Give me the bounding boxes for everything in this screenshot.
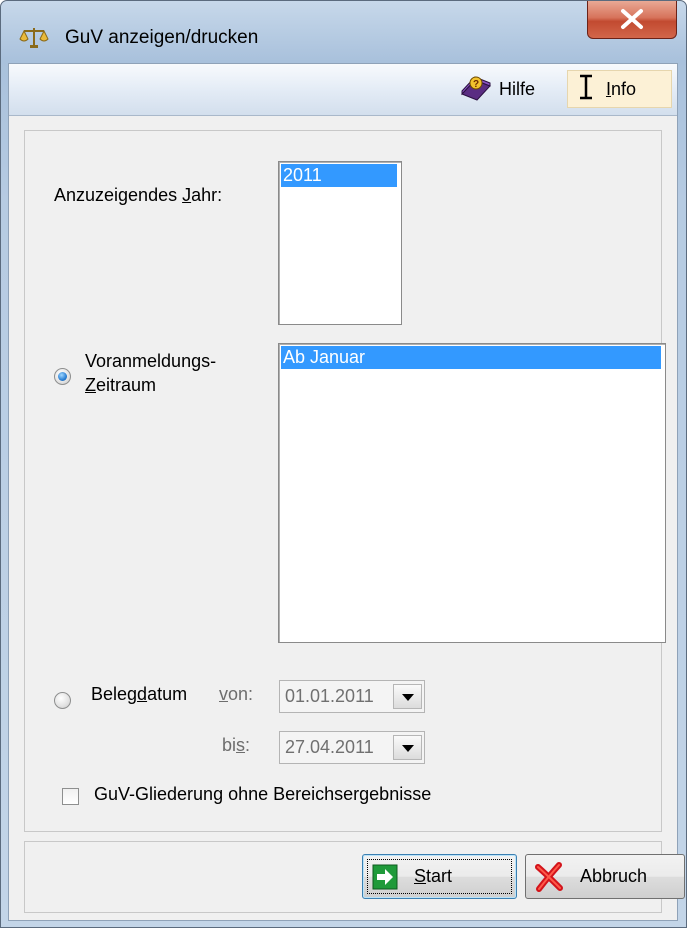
- close-button[interactable]: [587, 1, 677, 39]
- year-listbox[interactable]: 2011: [278, 161, 402, 325]
- year-label: Anzuzeigendes Jahr:: [54, 185, 223, 205]
- period-list-item-selected[interactable]: Ab Januar: [281, 346, 661, 369]
- to-date-value: 27.04.2011: [285, 737, 374, 757]
- period-radio[interactable]: [54, 368, 71, 385]
- to-date-dropdown-button[interactable]: [393, 735, 422, 760]
- red-x-icon: [534, 861, 564, 892]
- info-label: Info: [606, 78, 637, 99]
- from-label: von:: [219, 684, 254, 704]
- from-date-dropdown-button[interactable]: [393, 684, 422, 709]
- options-panel: Anzuzeigendes Jahr: 2011 Voranmeldungs- …: [24, 130, 666, 832]
- period-listbox[interactable]: Ab Januar: [278, 343, 666, 643]
- guv-gliederung-label[interactable]: GuV-Gliederung ohne Bereichsergebnisse: [94, 784, 431, 805]
- help-book-icon: ?: [459, 72, 493, 107]
- help-button[interactable]: ? Hilfe: [459, 70, 565, 108]
- window-title: GuV anzeigen/drucken: [65, 27, 259, 48]
- dialog-window: GuV anzeigen/drucken ? Hilfe Info Anzuze…: [0, 0, 687, 928]
- cancel-label: Abbruch: [580, 866, 648, 886]
- title-bar[interactable]: GuV anzeigen/drucken: [1, 1, 686, 63]
- svg-text:?: ?: [473, 79, 479, 90]
- from-date-combo[interactable]: 01.01.2011: [279, 680, 425, 713]
- text-cursor-icon: [578, 73, 594, 106]
- guv-gliederung-checkbox[interactable]: [62, 788, 79, 805]
- dialog-client-area: ? Hilfe Info Anzuzeigendes Jahr: 2011 Vo…: [8, 63, 685, 921]
- toolbar: ? Hilfe Info: [9, 64, 677, 116]
- button-panel: Start Abbruch: [24, 841, 685, 913]
- chevron-down-icon: [402, 694, 414, 701]
- help-label: Hilfe: [499, 78, 536, 99]
- to-date-combo[interactable]: 27.04.2011: [279, 731, 425, 764]
- year-list-item-selected[interactable]: 2011: [281, 164, 397, 187]
- from-date-value: 01.01.2011: [285, 686, 374, 706]
- to-label: bis:: [222, 735, 251, 755]
- radio-dot: [58, 372, 67, 381]
- close-icon: [621, 9, 643, 29]
- info-button[interactable]: Info: [567, 70, 672, 108]
- start-button[interactable]: Start: [362, 854, 517, 899]
- belegdatum-radio[interactable]: [54, 692, 71, 709]
- chevron-down-icon: [402, 745, 414, 752]
- belegdatum-label[interactable]: Belegdatum: [91, 684, 187, 705]
- scales-icon: [18, 25, 50, 49]
- period-radio-label[interactable]: Voranmeldungs- Zeitraum: [85, 349, 216, 397]
- cancel-button[interactable]: Abbruch: [525, 854, 685, 899]
